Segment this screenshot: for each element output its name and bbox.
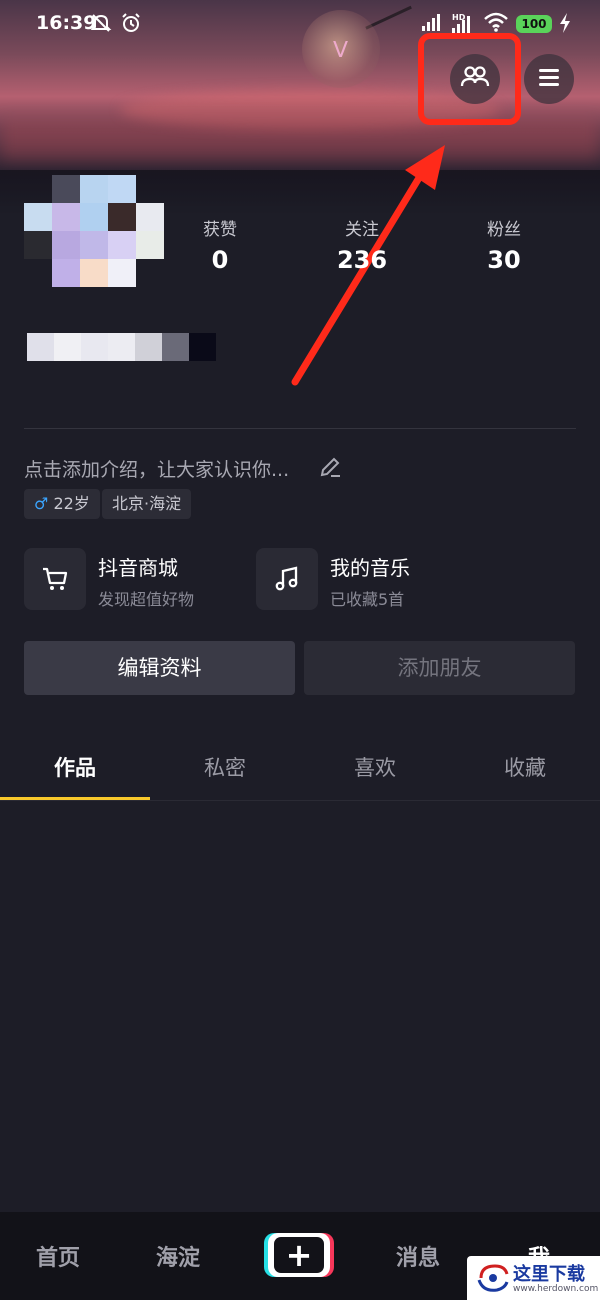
stat-followers[interactable]: 粉丝 30 <box>449 215 559 274</box>
avatar[interactable] <box>24 175 164 303</box>
shortcut-shop[interactable]: 抖音商城 发现超值好物 <box>24 548 244 612</box>
bio-text[interactable]: 点击添加介绍，让大家认识你... <box>24 455 289 482</box>
site-watermark: 这里下载 www.herdown.com <box>467 1256 600 1300</box>
shortcut-title: 抖音商城 <box>98 556 178 580</box>
username-redacted <box>27 333 243 361</box>
stat-label: 粉丝 <box>487 220 521 240</box>
nav-home[interactable]: 首页 <box>36 1240 80 1272</box>
tab-likes[interactable]: 喜欢 <box>300 740 450 796</box>
shortcut-title: 我的音乐 <box>330 556 410 580</box>
shortcut-subtitle: 发现超值好物 <box>98 590 195 609</box>
divider <box>0 800 600 801</box>
plus-icon: + <box>274 1237 324 1273</box>
content-tabs: 作品 私密 喜欢 收藏 <box>0 740 600 800</box>
divider <box>24 428 576 429</box>
age-label: 22岁 <box>53 494 90 513</box>
watermark-logo <box>477 1264 509 1292</box>
stat-following[interactable]: 关注 236 <box>307 215 417 274</box>
location-tag: 北京·海淀 <box>102 489 192 519</box>
stat-likes[interactable]: 获赞 0 <box>165 215 275 274</box>
tab-works[interactable]: 作品 <box>0 740 150 796</box>
nav-local[interactable]: 海淀 <box>156 1240 200 1272</box>
tab-favorites[interactable]: 收藏 <box>450 740 600 796</box>
male-icon: ♂ <box>34 494 49 513</box>
nav-messages[interactable]: 消息 <box>396 1240 440 1272</box>
stat-value: 236 <box>336 246 388 274</box>
watermark-text: 这里下载 <box>513 1264 585 1285</box>
add-friends-button[interactable]: 添加朋友 <box>304 641 575 695</box>
tab-private[interactable]: 私密 <box>150 740 300 796</box>
stat-value: 0 <box>211 246 229 274</box>
cart-icon <box>24 548 86 610</box>
edit-profile-button[interactable]: 编辑资料 <box>24 641 295 695</box>
gender-age-tag: ♂ 22岁 <box>24 489 100 519</box>
stat-value: 30 <box>487 246 521 274</box>
create-button[interactable]: + <box>268 1233 330 1277</box>
shortcut-music[interactable]: 我的音乐 已收藏5首 <box>256 548 476 612</box>
watermark-url: www.herdown.com <box>513 1284 599 1294</box>
stat-label: 获赞 <box>203 220 237 240</box>
edit-pencil-icon[interactable] <box>318 455 342 484</box>
stat-label: 关注 <box>345 220 379 240</box>
shortcut-subtitle: 已收藏5首 <box>330 590 405 609</box>
music-note-icon <box>256 548 318 610</box>
